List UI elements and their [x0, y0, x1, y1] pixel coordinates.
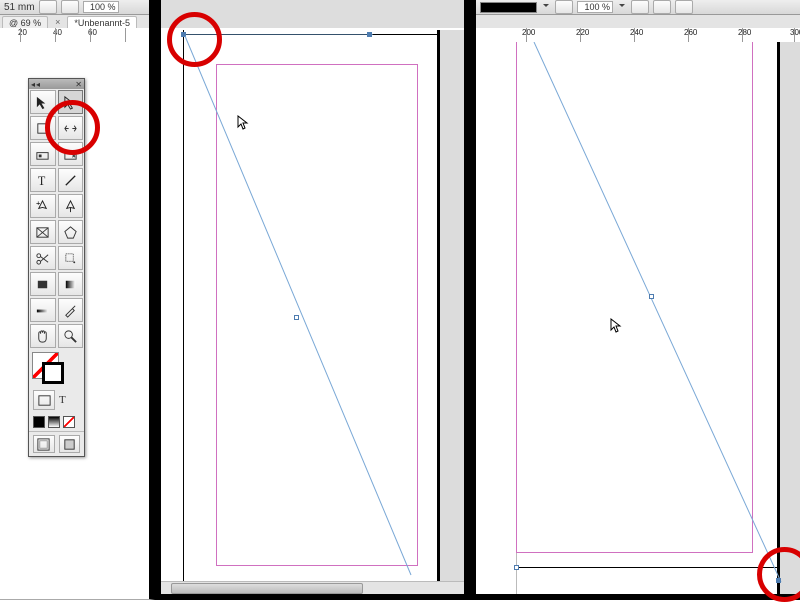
horizontal-scrollbar[interactable] [161, 581, 464, 594]
zoom-tool[interactable] [58, 324, 84, 348]
hand-tool[interactable] [30, 324, 56, 348]
toolbar-c: 100 % [476, 0, 800, 15]
ruler-a: 20 40 60 [0, 28, 149, 43]
type-tool[interactable]: T [30, 168, 56, 192]
page-tool[interactable] [30, 116, 56, 140]
align-icon[interactable] [631, 0, 649, 14]
close-icon[interactable]: × [52, 17, 63, 27]
panel-left-tools: 51 mm 100 % @ 69 % × *Unbenannt-5 20 40 … [0, 0, 155, 600]
apply-color-icon[interactable] [33, 416, 45, 428]
dropdown-icon[interactable] [541, 2, 551, 12]
anchor-bottom[interactable] [776, 578, 781, 583]
ruler-tick-label: 200 [522, 28, 535, 37]
stroke-color-swatch[interactable] [480, 2, 537, 13]
tools-palette[interactable]: ◂◂ ✕ T + [28, 78, 85, 457]
ruler-tick-label: 300 [790, 28, 800, 37]
zoom-input[interactable]: 100 % [83, 1, 119, 13]
selection-tool[interactable] [30, 90, 56, 114]
ruler-tick-label: 280 [738, 28, 751, 37]
eyedropper-tool[interactable] [58, 298, 84, 322]
ruler-tick-label: 260 [684, 28, 697, 37]
measurement-readout: 51 mm [4, 2, 35, 13]
anchor-baseline[interactable] [514, 565, 519, 570]
gap-tool[interactable] [58, 116, 84, 140]
svg-text:T: T [38, 174, 46, 188]
apply-none-icon[interactable] [63, 416, 75, 428]
toolbar-a: 51 mm 100 % [0, 0, 149, 15]
fx-icon[interactable] [555, 0, 573, 14]
canvas-b[interactable] [161, 30, 464, 594]
view-mode-preview[interactable] [59, 435, 81, 453]
tab-bar-c-spacer [476, 15, 800, 29]
dropdown-icon[interactable] [617, 2, 627, 12]
cursor-icon [610, 318, 622, 334]
close-icon[interactable]: ✕ [75, 80, 82, 89]
rectangle-tool[interactable] [30, 272, 56, 296]
gradient-swatch-tool[interactable] [58, 272, 84, 296]
pen-add-tool[interactable]: + [30, 194, 56, 218]
polygon-tool[interactable] [58, 220, 84, 244]
zoom-input-c[interactable]: 100 % [577, 1, 613, 13]
canvas-c[interactable] [476, 42, 800, 594]
drawn-line[interactable] [476, 42, 800, 602]
free-transform-tool[interactable] [58, 246, 84, 270]
pen-tool[interactable] [58, 194, 84, 218]
content-collector-tool[interactable] [30, 142, 56, 166]
wrap-icon[interactable] [675, 0, 693, 14]
panel-middle-canvas [155, 0, 470, 600]
tab-document[interactable]: *Unbenannt-5 [67, 16, 137, 29]
gradient-feather-tool[interactable] [30, 298, 56, 322]
ruler-c: 200 220 240 260 280 300 [476, 28, 800, 43]
rectangle-frame-tool[interactable] [30, 220, 56, 244]
unknown-icon[interactable] [39, 0, 57, 14]
palette-header[interactable]: ◂◂ ✕ [29, 79, 84, 89]
view-mode-normal[interactable] [33, 435, 55, 453]
align-icon[interactable] [653, 0, 671, 14]
content-placer-tool[interactable] [58, 142, 84, 166]
anchor-mid[interactable] [294, 315, 299, 320]
panel-right-canvas: 100 % 200 220 240 260 280 300 [470, 0, 800, 600]
scissors-tool[interactable] [30, 246, 56, 270]
toolbar-b-spacer [161, 0, 464, 28]
document-tabs-a: @ 69 % × *Unbenannt-5 [0, 15, 149, 29]
scrollbar-thumb[interactable] [171, 583, 363, 594]
drawn-line[interactable] [161, 30, 471, 590]
cursor-icon [237, 115, 249, 131]
tab-zoom[interactable]: @ 69 % [2, 16, 48, 29]
direct-selection-tool[interactable] [58, 90, 84, 114]
stroke-swatch[interactable] [42, 362, 64, 384]
ruler-tick-label: 240 [630, 28, 643, 37]
collapse-icon[interactable]: ◂◂ [31, 80, 41, 89]
apply-gradient-icon[interactable] [48, 416, 60, 428]
svg-text:+: + [36, 199, 41, 208]
formatting-container-icon[interactable] [33, 390, 55, 410]
formatting-text-icon[interactable]: T [59, 394, 66, 406]
ruler-tick-label: 220 [576, 28, 589, 37]
line-tool[interactable] [58, 168, 84, 192]
unknown-icon[interactable] [61, 0, 79, 14]
tab-zoom-label: @ 69 % [9, 18, 41, 28]
tab-document-label: *Unbenannt-5 [74, 18, 130, 28]
anchor-mid[interactable] [649, 294, 654, 299]
